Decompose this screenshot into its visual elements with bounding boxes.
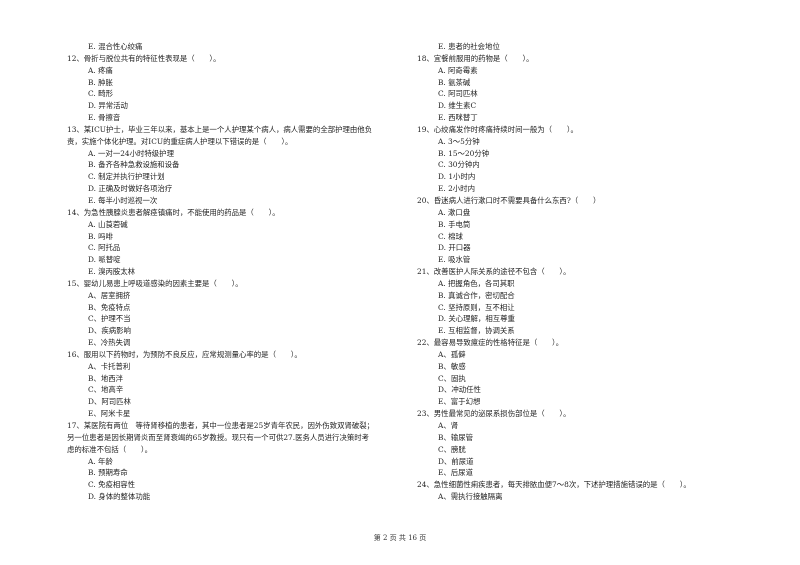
answer-option: A. 3～5分钟 — [438, 136, 480, 146]
answer-option: D. 异常活动 — [88, 101, 128, 111]
answer-option: A. 年龄 — [88, 456, 113, 466]
question-stem: 16、服用以下药物时，为预防不良反应，应常规测量心率的是（ ）。 — [67, 349, 302, 359]
answer-option: D. 开口器 — [438, 243, 471, 253]
question-stem: 14、为急性胰腺炎患者解痉镇痛时，不能使用的药品是（ ）。 — [67, 207, 280, 217]
answer-option: A、需执行接触隔离 — [438, 492, 503, 502]
answer-option: E. 患者的社会地位 — [438, 42, 500, 51]
answer-option: C、地高辛 — [88, 385, 124, 395]
question-stem: 17、某医院有两位 等待肾移植的患者，其中一位患者是25岁青年农民，因外伤致双肾… — [67, 421, 375, 430]
question-stem: 15、婴幼儿易患上呼吸道感染的因素主要是（ ）。 — [67, 278, 243, 288]
answer-option: B. 氨茶碱 — [438, 77, 471, 87]
answer-option: A. 疼痛 — [88, 65, 113, 75]
answer-option: C. 免疫相容性 — [88, 480, 136, 490]
answer-option: A. 山莨菪碱 — [88, 219, 128, 229]
question-stem: 22、最容易导致癔症的性格特征是（ ）。 — [417, 338, 564, 348]
answer-option: A、肾 — [438, 421, 459, 430]
answer-option: E、冷热失调 — [88, 338, 131, 348]
question-stem: 24、急性细菌性痢疾患者，每天排脓血便7～8次，下述护理措施错误的是（ ）。 — [417, 480, 691, 490]
question-stem-continued: 虑的标准不包括（ ）。 — [67, 444, 152, 454]
answer-option: B. 肿胀 — [88, 77, 113, 87]
answer-option: A、孤僻 — [438, 349, 466, 359]
answer-option: B. 真诚合作，密切配合 — [438, 290, 515, 300]
answer-option: B、地西泮 — [88, 373, 123, 383]
answer-option: D、阿司匹林 — [88, 397, 131, 407]
answer-option: E. 2小时内 — [438, 184, 475, 194]
answer-option: D. 哌替啶 — [88, 255, 121, 265]
answer-option: D. 正确及时做好各项治疗 — [88, 184, 173, 194]
answer-option: C、固执 — [438, 373, 466, 383]
answer-option: A. 把握角色，各司其职 — [438, 278, 515, 288]
answer-option: B. 15～20分钟 — [438, 148, 490, 158]
right-column: E. 患者的社会地位 18、宜餐前服用的药物是（ ）。 A. 阿奇霉素 B. 氨茶碱 C… — [417, 41, 762, 503]
question-stem-continued: 责，实施个体化护理。对ICU的重症病人护理以下错误的是（ ）。 — [67, 136, 293, 146]
answer-option: B、输尿管 — [438, 432, 473, 442]
answer-option: E. 骨擦音 — [88, 113, 121, 123]
question-stem: 21、改善医护人际关系的途径不包含（ ）。 — [417, 267, 571, 277]
page-number-footer: 第 2 页 共 16 页 — [373, 534, 427, 542]
answer-option: C. 30分钟内 — [438, 160, 480, 170]
answer-option: C. 畸形 — [88, 89, 113, 99]
answer-option: D. 维生素C — [438, 101, 477, 111]
answer-option: E. 吸水管 — [438, 255, 471, 265]
question-stem: 23、男性最常见的泌尿系损伤部位是（ ）。 — [417, 409, 571, 419]
answer-option: E、后尿道 — [438, 468, 473, 478]
answer-option: E. 每半小时巡视一次 — [88, 195, 158, 205]
question-stem: 18、宜餐前服用的药物是（ ）。 — [417, 53, 534, 63]
answer-option: D. 关心理解，相互尊重 — [438, 314, 515, 324]
answer-option: C、膀胱 — [438, 444, 466, 454]
answer-option: D. 身体的整体功能 — [88, 492, 151, 502]
answer-option: E. 溴丙胺太林 — [88, 267, 136, 277]
answer-option: A、居室拥挤 — [88, 290, 131, 300]
answer-option: C、护理不当 — [88, 314, 131, 324]
answer-option: B. 备齐各种急救设施和设备 — [88, 160, 180, 170]
question-stem: 12、骨折与脱位共有的特征性表现是（ ）。 — [67, 53, 221, 63]
answer-option: D. 1小时内 — [438, 172, 476, 182]
answer-option: E. 西咪替丁 — [438, 113, 478, 123]
answer-option: C. 制定并执行护理计划 — [88, 172, 165, 182]
question-stem-continued: 另一位患者是因长期肾炎而至肾衰竭的65岁教授。现只有一个可供27.医务人员进行决… — [67, 432, 370, 442]
answer-option: E、富于幻想 — [438, 397, 481, 407]
answer-option: A、卡托普利 — [88, 361, 131, 371]
answer-option: D、冲动任性 — [438, 385, 481, 395]
question-stem: 13、某ICU护士，毕业三年以来，基本上是一个人护理某个病人，病人需要的全部护理… — [67, 124, 373, 134]
answer-option: A. 漱口盘 — [438, 207, 471, 217]
answer-option: C. 坚持原则，互不相让 — [438, 302, 515, 312]
answer-option: E、阿米卡星 — [88, 409, 131, 419]
answer-option: B. 预期寿命 — [88, 468, 128, 478]
answer-option: E. 互相监督，协调关系 — [438, 326, 515, 336]
question-stem: 20、昏迷病人进行漱口时不需要具备什么东西?（ ） — [417, 195, 601, 205]
answer-option: A. 阿奇霉素 — [438, 65, 478, 75]
answer-option: B、敏感 — [438, 361, 466, 371]
answer-option: B. 手电筒 — [438, 219, 471, 229]
answer-option: E. 混合性心绞痛 — [88, 42, 143, 51]
question-stem: 19、心绞痛发作时疼痛持续时间一般为（ ）。 — [417, 124, 578, 134]
answer-option: C. 阿司匹林 — [438, 89, 478, 99]
answer-option: C. 棉球 — [438, 231, 463, 241]
answer-option: D、疾病影响 — [88, 326, 131, 336]
answer-option: B、免疫特点 — [88, 302, 131, 312]
answer-option: A. 一对一24小时特级护理 — [88, 148, 174, 158]
answer-option: B. 吗啡 — [88, 231, 113, 241]
answer-option: D、前尿道 — [438, 456, 474, 466]
answer-option: C. 阿托品 — [88, 243, 121, 253]
left-column: E. 混合性心绞痛 12、骨折与脱位共有的特征性表现是（ ）。 A. 疼痛 B. 肿胀… — [67, 41, 412, 503]
